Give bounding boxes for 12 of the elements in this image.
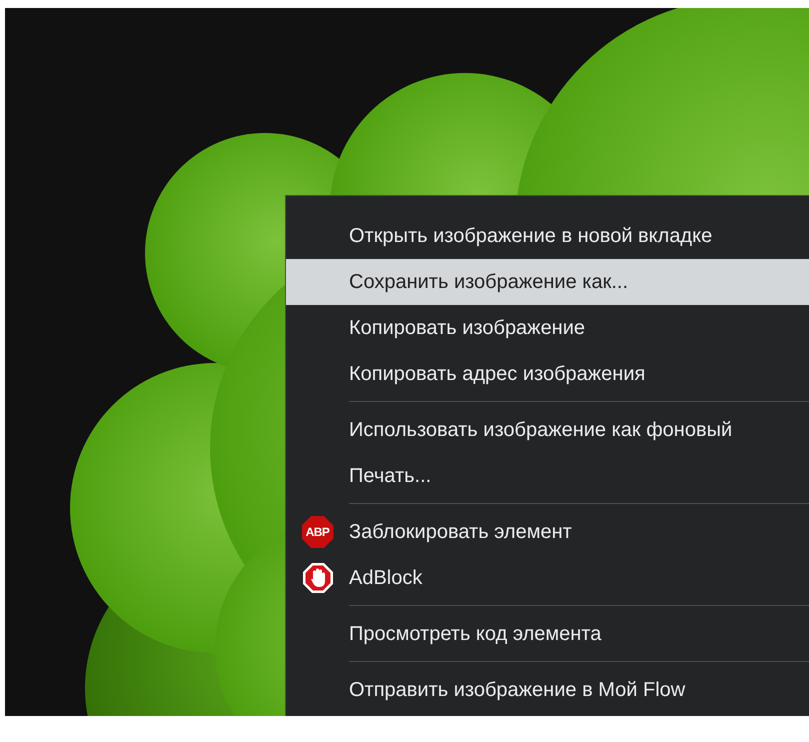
abp-icon: ABP: [302, 516, 334, 548]
menu-item[interactable]: Копировать изображение: [286, 305, 809, 351]
menu-item[interactable]: Печать...: [286, 453, 809, 499]
menu-item[interactable]: Копировать адрес изображения: [286, 351, 809, 397]
menu-item[interactable]: Открыть изображение в новой вкладке: [286, 213, 809, 259]
menu-item[interactable]: AdBlock: [286, 555, 809, 601]
menu-item[interactable]: Отправить изображение в Мой Flow: [286, 667, 809, 713]
hand-stop-icon: [302, 562, 334, 594]
menu-item[interactable]: Сохранить изображение как...: [286, 259, 809, 305]
menu-item[interactable]: ABP Заблокировать элемент: [286, 509, 809, 555]
menu-item[interactable]: Использовать изображение как фоновый: [286, 407, 809, 453]
menu-item[interactable]: Просмотреть код элемента: [286, 611, 809, 657]
